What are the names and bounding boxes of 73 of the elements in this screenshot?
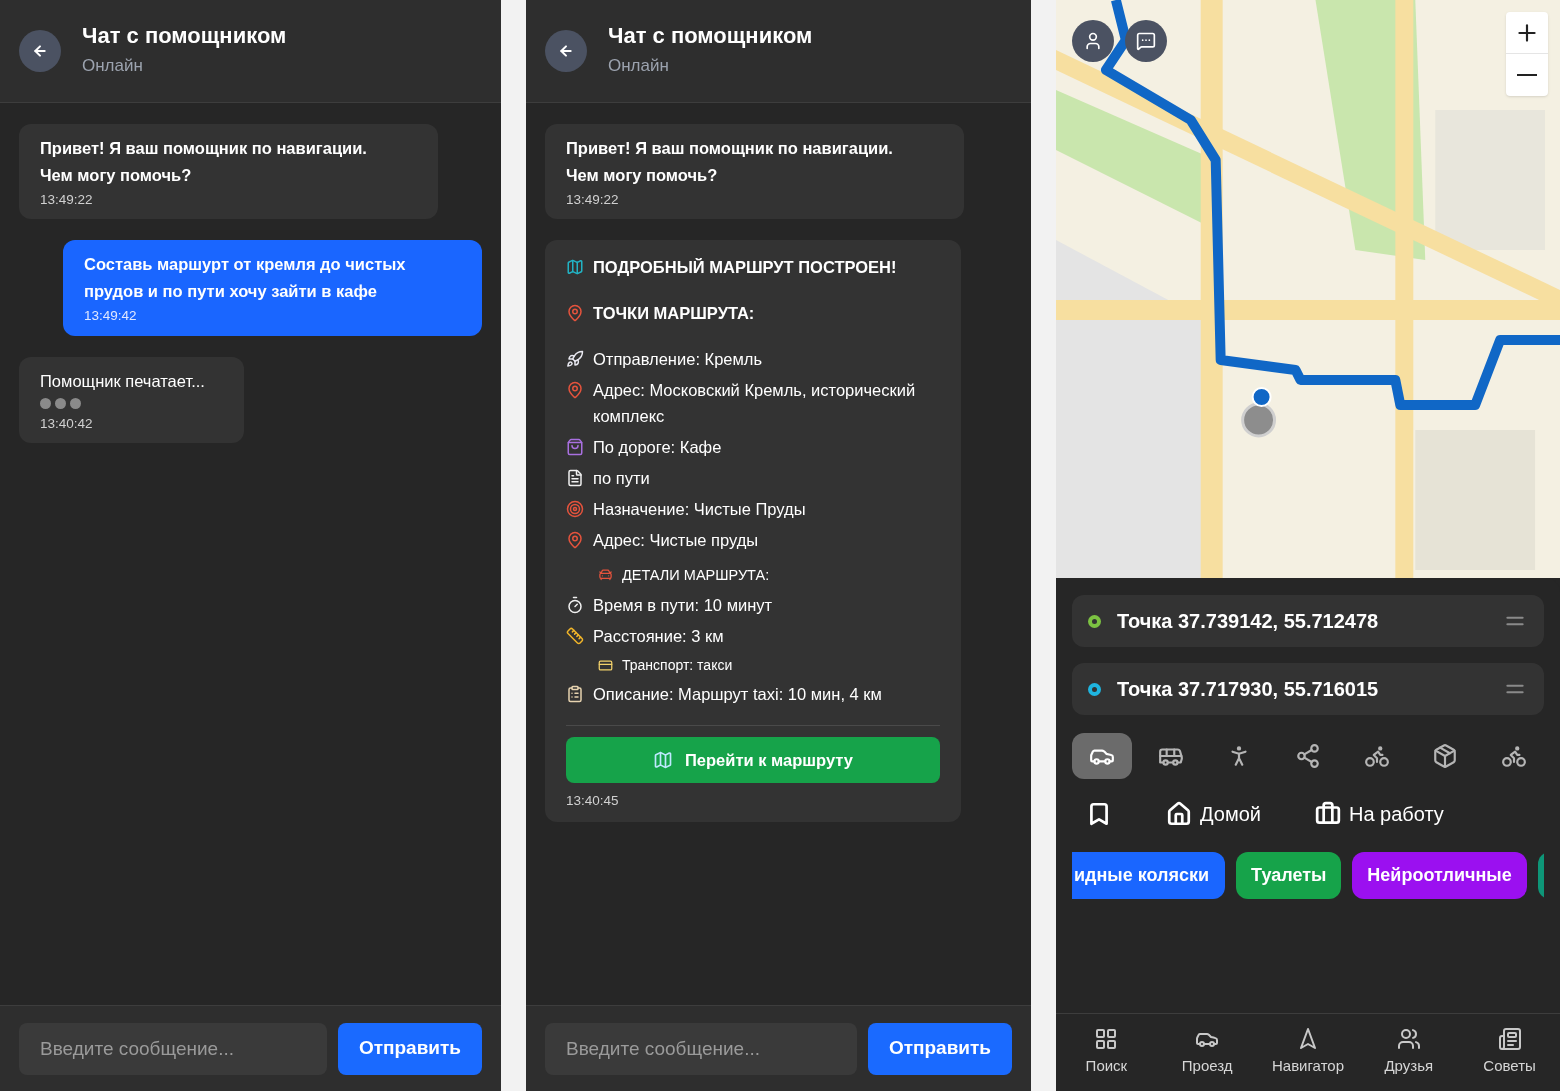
transport-mode-button[interactable] xyxy=(1072,733,1132,779)
point-coordinates: Точка 37.739142, 55.712478 xyxy=(1117,609,1380,634)
nav-tab[interactable]: Друзья xyxy=(1358,1014,1460,1091)
box-icon xyxy=(1432,743,1459,769)
route-point-row[interactable]: Точка 37.739142, 55.712478 xyxy=(1072,595,1544,647)
route-detail-text: Отправление: Кремль xyxy=(593,349,763,371)
point-coordinates: Точка 37.717930, 55.716015 xyxy=(1117,677,1380,702)
minus-icon xyxy=(1517,74,1537,76)
bike-icon xyxy=(1500,743,1527,769)
shortcut-button[interactable]: На работу xyxy=(1314,799,1444,829)
message-time: 13:49:42 xyxy=(84,307,138,326)
briefcase-icon xyxy=(1314,801,1341,827)
typing-text: Помощник печатает... xyxy=(40,370,206,392)
route-detail-text: Время в пути: 10 минут xyxy=(593,595,773,617)
nav-tab[interactable]: Проезд xyxy=(1156,1014,1258,1091)
chat-title: Чат с помощником xyxy=(608,22,813,50)
back-button[interactable] xyxy=(545,30,587,72)
filter-chip[interactable]: идные коляски xyxy=(1072,852,1226,899)
route-detail-text: ДЕТАЛИ МАРШРУТА: xyxy=(622,566,770,586)
message-time: 13:49:22 xyxy=(40,191,94,209)
route-point-row[interactable]: Точка 37.717930, 55.716015 xyxy=(1072,663,1544,715)
chat-title: Чат с помощником xyxy=(82,22,287,50)
typing-dots-icon xyxy=(40,397,81,409)
pin-icon xyxy=(566,531,584,550)
newspaper-icon xyxy=(1497,1027,1522,1052)
bike-icon xyxy=(1363,743,1390,769)
people-icon xyxy=(1396,1027,1421,1052)
user-icon xyxy=(1083,31,1103,51)
ruler-icon xyxy=(566,627,584,646)
message-time: 13:49:22 xyxy=(566,191,620,209)
chat-icon xyxy=(1136,31,1156,51)
pin-icon xyxy=(566,304,584,323)
route-detail-text: Назначение: Чистые Пруды xyxy=(593,499,806,521)
route-detail-text: по пути xyxy=(593,468,650,490)
shortcut-button[interactable]: Домой xyxy=(1166,799,1261,829)
home-icon xyxy=(1166,801,1192,827)
filter-chip[interactable]: Нейроотличные xyxy=(1352,852,1527,899)
stopwatch-icon xyxy=(566,596,584,615)
car-icon xyxy=(598,567,613,583)
note-icon xyxy=(566,469,584,488)
message-input[interactable]: Введите сообщение... xyxy=(545,1022,857,1075)
nav-tab[interactable]: Советы xyxy=(1459,1014,1560,1091)
online-status: Онлайн xyxy=(82,55,144,77)
message-text: Привет! Я ваш помощник по навигации. Чем могу помочь? xyxy=(40,138,368,186)
route-detail-text: Описание: Маршрут taxi: 10 мин, 4 км xyxy=(593,684,882,706)
target-icon xyxy=(566,500,584,519)
message-text: Составь маршурт от кремля до чистых прудов и по пути хочу зайти в кафе xyxy=(84,254,407,303)
route-detail-text: Расстояние: 3 км xyxy=(593,626,724,648)
nav-tab[interactable]: Навигатор xyxy=(1257,1014,1359,1091)
route-detail-text: Адрес: Московский Кремль, исторический комплекс xyxy=(593,380,917,428)
online-status: Онлайн xyxy=(608,55,670,77)
nav-tab[interactable]: Поиск xyxy=(1056,1014,1157,1091)
clipboard-icon xyxy=(566,685,584,704)
rocket-icon xyxy=(566,350,584,369)
pin-icon xyxy=(566,381,584,400)
map-icon xyxy=(566,258,584,277)
route-detail-text: ПОДРОБНЫЙ МАРШРУТ ПОСТРОЕН! xyxy=(593,257,897,279)
route-detail-text: ТОЧКИ МАРШРУТА: xyxy=(593,303,755,325)
back-button[interactable] xyxy=(19,30,61,72)
message-text: Привет! Я ваш помощник по навигации. Чем могу помочь? xyxy=(566,138,894,186)
message-input[interactable]: Введите сообщение... xyxy=(19,1022,327,1075)
message-time: 13:40:45 xyxy=(566,792,620,811)
card-icon xyxy=(598,658,613,674)
send-button[interactable]: Отправить xyxy=(338,1022,482,1075)
grid-icon xyxy=(1094,1027,1119,1052)
message-time: 13:40:42 xyxy=(40,414,94,433)
map-icon xyxy=(653,750,673,771)
route-detail-text: По дороге: Кафе xyxy=(593,437,722,459)
send-button[interactable]: Отправить xyxy=(868,1022,1012,1075)
route-detail-text: Адрес: Чистые пруды xyxy=(593,530,759,552)
bag-icon xyxy=(566,438,584,457)
share-icon xyxy=(1294,743,1321,769)
route-detail-text: Транспорт: такси xyxy=(622,656,733,676)
